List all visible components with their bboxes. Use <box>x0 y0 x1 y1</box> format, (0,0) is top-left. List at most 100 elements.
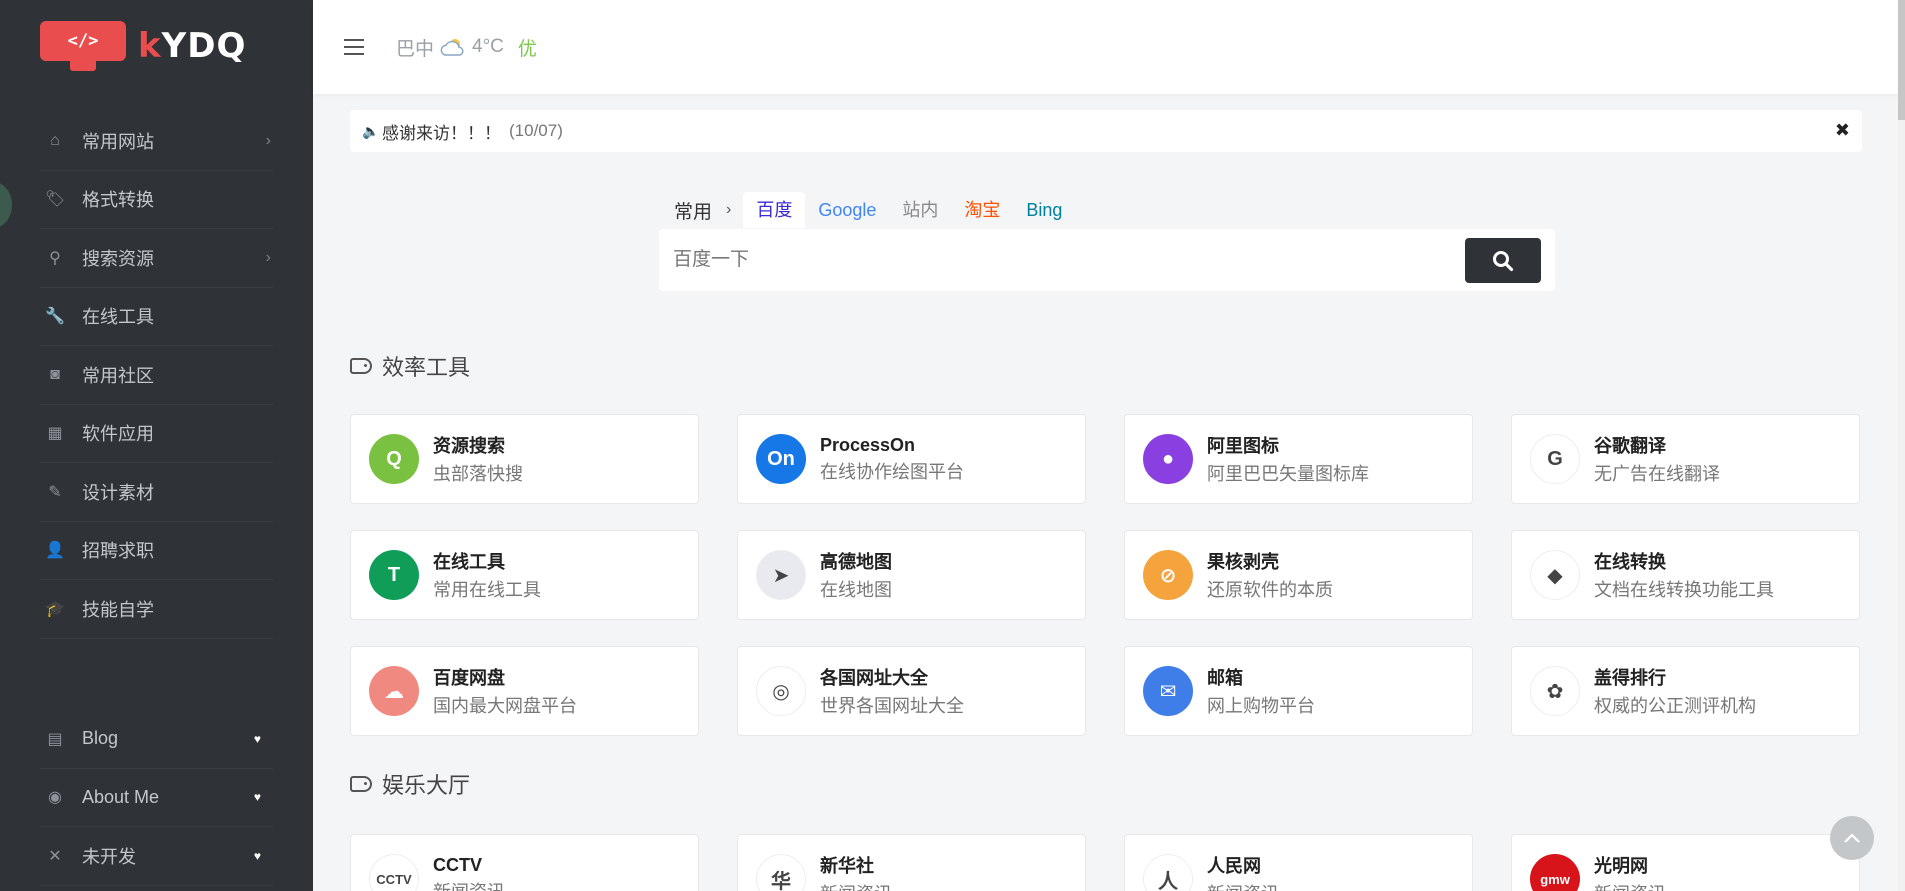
card-title: 在线转换 <box>1594 552 1666 572</box>
sidebar-item-label: 常用社区 <box>82 365 154 386</box>
site-card[interactable]: T 在线工具 常用在线工具 <box>350 530 699 620</box>
section-title-entertainment: 娱乐大厅 <box>350 768 470 800</box>
close-icon: ✕ <box>48 847 62 865</box>
sidebar-item-0[interactable]: ⌂ 常用网站 › <box>40 112 273 171</box>
card-description: 网上购物平台 <box>1207 696 1315 716</box>
back-to-top-button[interactable] <box>1830 816 1874 860</box>
weather-city: 巴中 <box>396 38 435 60</box>
mail-icon: ✉ <box>1143 666 1193 716</box>
weather-widget[interactable]: 巴中 4°C 优 <box>396 34 537 61</box>
sidebar-item-3[interactable]: 🔧 在线工具 <box>40 288 273 346</box>
site-card[interactable]: G 谷歌翻译 无广告在线翻译 <box>1511 414 1860 504</box>
sidebar-item-0-bottom[interactable]: ▤ Blog ♥ <box>40 710 273 769</box>
card-title: 资源搜索 <box>433 436 505 456</box>
card-title: CCTV <box>433 854 482 875</box>
chevron-right-icon: › <box>265 131 271 149</box>
site-card[interactable]: ☁ 百度网盘 国内最大网盘平台 <box>350 646 699 736</box>
site-card[interactable]: ⊘ 果核剥壳 还原软件的本质 <box>1124 530 1473 620</box>
announcement-date: (10/07) <box>509 121 563 140</box>
card-title: 光明网 <box>1594 856 1648 876</box>
search-tab-0[interactable]: 百度 <box>743 192 806 228</box>
heart-icon: ♥ <box>253 848 261 863</box>
card-title: 盖得排行 <box>1594 668 1666 688</box>
search-button[interactable] <box>1465 238 1541 283</box>
card-description: 在线地图 <box>820 580 892 600</box>
chevron-right-icon: › <box>726 201 732 218</box>
site-card[interactable]: CCTV CCTV 新闻资讯 <box>350 834 699 891</box>
site-card[interactable]: ✿ 盖得排行 权威的公正测评机构 <box>1511 646 1860 736</box>
sidebar-item-label: Blog <box>82 728 119 749</box>
graduation-cap-icon: 🎓 <box>45 600 65 618</box>
card-description: 阿里巴巴矢量图标库 <box>1207 464 1369 484</box>
globe-icon: ◎ <box>756 666 806 716</box>
card-title: 谷歌翻译 <box>1594 436 1666 456</box>
sidebar-item-1[interactable]: 🏷 格式转换 <box>40 171 273 229</box>
card-title: 高德地图 <box>820 552 892 572</box>
chevron-up-icon <box>1844 833 1860 843</box>
chevron-right-icon: › <box>265 248 271 266</box>
announcement-bar: 🔈 感谢来访！！！ (10/07) ✖ <box>350 110 1862 152</box>
iconfont-icon: ● <box>1143 434 1193 484</box>
page-scrollbar[interactable] <box>1898 0 1905 891</box>
search-tab-2[interactable]: 站内 <box>889 192 951 228</box>
sidebar-bottom-nav: ▤ Blog ♥ ◉ About Me ♥ ✕ 未开发 ♥ <box>0 710 313 886</box>
search-icon: ⚲ <box>49 249 61 267</box>
search-tab-4[interactable]: Bing <box>1013 192 1075 228</box>
processon-icon: On <box>756 434 806 484</box>
sidebar-item-label: 搜索资源 <box>82 248 154 269</box>
site-card[interactable]: ◎ 各国网址大全 世界各国网址大全 <box>737 646 1086 736</box>
sidebar-item-2[interactable]: ⚲ 搜索资源 › <box>40 229 273 288</box>
entertainment-grid: CCTV CCTV 新闻资讯 华新华社新闻资讯人人民网新闻资讯 gmw光明网新闻资讯 <box>350 834 1862 891</box>
wrench-icon: 🔧 <box>45 308 65 326</box>
xinhua-icon: 华 <box>756 854 806 891</box>
sidebar-item-7[interactable]: 👤 招聘求职 <box>40 522 273 580</box>
site-card[interactable]: ➤ 高德地图在线地图 <box>737 530 1086 620</box>
sidebar-item-6[interactable]: ✎ 设计素材 <box>40 463 273 522</box>
sidebar-item-2-bottom[interactable]: ✕ 未开发 ♥ <box>40 827 273 886</box>
home-icon: ⌂ <box>50 131 60 149</box>
card-description: 新闻资讯 <box>433 878 505 891</box>
air-quality: 优 <box>517 38 537 60</box>
search-tab-3[interactable]: 淘宝 <box>951 192 1013 228</box>
card-description: 虫部落快搜 <box>433 464 523 484</box>
user-circle-icon: ◉ <box>48 789 62 807</box>
site-card[interactable]: 人人民网新闻资讯 <box>1124 834 1473 891</box>
sidebar-item-8[interactable]: 🎓 技能自学 <box>40 580 273 639</box>
sidebar-item-label: 格式转换 <box>82 190 154 211</box>
search-input[interactable] <box>673 249 1433 271</box>
google-icon: G <box>1530 434 1580 484</box>
site-card[interactable]: ◆ 在线转换 文档在线转换功能工具 <box>1511 530 1860 620</box>
search-group-label[interactable]: 常用 <box>660 197 726 224</box>
site-card[interactable]: gmw 光明网新闻资讯 <box>1511 834 1860 891</box>
user-plus-icon: 👤 <box>45 542 65 560</box>
site-card[interactable]: 华新华社新闻资讯 <box>737 834 1086 891</box>
monitor-logo-icon: </> <box>40 21 126 71</box>
sidebar-item-label: 招聘求职 <box>82 541 154 562</box>
card-title: 各国网址大全 <box>820 668 928 688</box>
brand-name: kYDQ <box>138 26 247 66</box>
site-card[interactable]: ● 阿里图标阿里巴巴矢量图标库 <box>1124 414 1473 504</box>
paper-plane-icon: ➤ <box>756 550 806 600</box>
site-card[interactable]: ✉ 邮箱网上购物平台 <box>1124 646 1473 736</box>
search-icon <box>1493 250 1514 271</box>
card-title: 在线工具 <box>433 552 505 572</box>
hamburger-menu-icon[interactable] <box>344 39 364 55</box>
site-card[interactable]: On ProcessOn 在线协作绘图平台 <box>737 414 1086 504</box>
card-title: 阿里图标 <box>1207 436 1279 456</box>
site-card[interactable]: Q 资源搜索 虫部落快搜 <box>350 414 699 504</box>
close-icon[interactable]: ✖ <box>1835 120 1850 141</box>
sidebar-item-label: 常用网站 <box>82 131 154 152</box>
cctv-icon: CCTV <box>369 854 419 891</box>
search-tab-1[interactable]: Google <box>805 192 889 228</box>
card-title: 百度网盘 <box>433 668 505 688</box>
sidebar-item-1-bottom[interactable]: ◉ About Me ♥ <box>40 769 273 827</box>
card-title: 邮箱 <box>1207 668 1243 688</box>
sidebar-item-5[interactable]: ▦ 软件应用 <box>40 405 273 463</box>
sidebar-item-4[interactable]: ◙ 常用社区 <box>40 346 273 405</box>
top-bar: 巴中 4°C 优 <box>313 0 1905 94</box>
heart-icon: ♥ <box>253 731 261 746</box>
card-description: 在线协作绘图平台 <box>820 461 964 482</box>
card-description: 新闻资讯 <box>1207 880 1279 891</box>
site-logo[interactable]: </> kYDQ <box>0 0 313 92</box>
tags-icon: 🏷 <box>44 191 66 209</box>
